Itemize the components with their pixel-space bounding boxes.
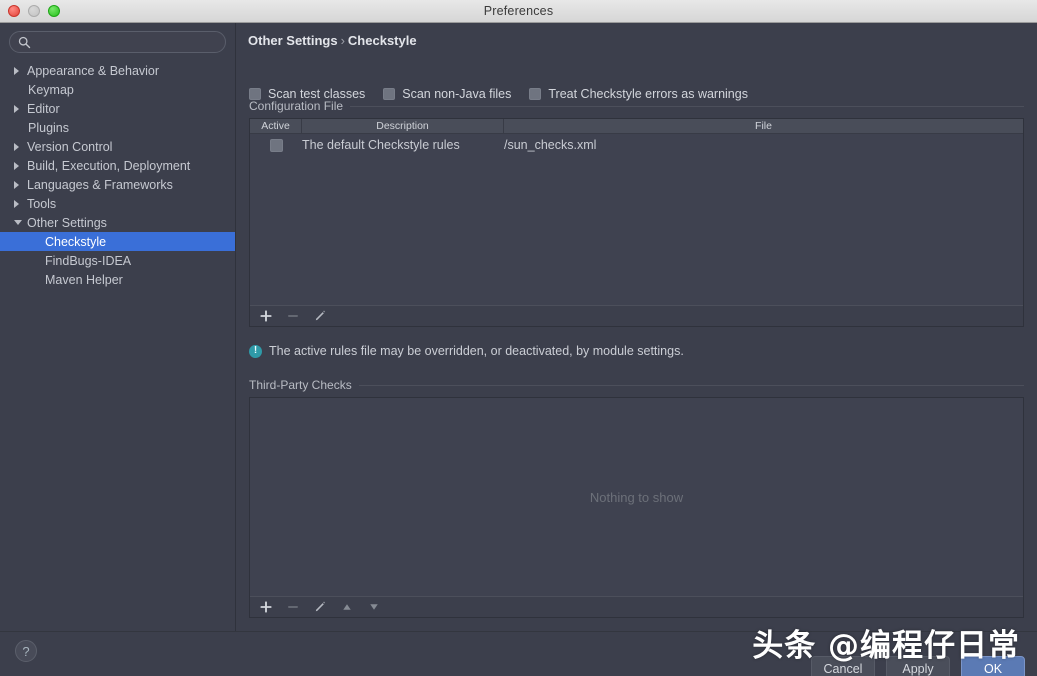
breadcrumb-current: Checkstyle [348, 33, 417, 48]
close-button[interactable] [8, 5, 20, 17]
sidebar-item-languages-frameworks[interactable]: Languages & Frameworks [0, 175, 235, 194]
sidebar-item-label: Other Settings [27, 216, 107, 230]
settings-main-panel: Other Settings›Checkstyle Scan test clas… [237, 23, 1037, 631]
settings-tree: Appearance & Behavior Keymap Editor Plug… [0, 61, 235, 289]
move-up-button[interactable] [339, 600, 354, 615]
search-input[interactable] [31, 33, 225, 51]
sidebar-item-appearance-behavior[interactable]: Appearance & Behavior [0, 61, 235, 80]
group-divider [350, 106, 1024, 107]
remove-button[interactable] [285, 309, 300, 324]
sidebar-item-label: Version Control [27, 140, 112, 154]
minimize-button[interactable] [28, 5, 40, 17]
sidebar-item-label: FindBugs-IDEA [45, 254, 131, 268]
move-down-button[interactable] [366, 600, 381, 615]
window-title: Preferences [0, 4, 1037, 18]
chevron-right-icon[interactable] [14, 200, 27, 208]
group-title-third-party-checks: Third-Party Checks [249, 378, 1024, 392]
column-header-active[interactable]: Active [250, 119, 302, 133]
sidebar-item-version-control[interactable]: Version Control [0, 137, 235, 156]
sidebar-item-keymap[interactable]: Keymap [0, 80, 235, 99]
breadcrumb: Other Settings›Checkstyle [248, 33, 417, 48]
sidebar-item-label: Appearance & Behavior [27, 64, 159, 78]
group-divider [359, 385, 1024, 386]
sidebar-item-label: Plugins [28, 121, 69, 135]
help-button[interactable]: ? [15, 640, 37, 662]
traffic-lights [8, 5, 60, 17]
preferences-window: Preferences Appearance & Behavior Keyma [0, 0, 1037, 676]
zoom-button[interactable] [48, 5, 60, 17]
third-party-toolbar [250, 596, 1023, 617]
info-icon: ! [249, 345, 262, 358]
sidebar-item-build-execution-deployment[interactable]: Build, Execution, Deployment [0, 156, 235, 175]
configuration-file-table: Active Description File The default Chec… [249, 118, 1024, 327]
cell-active[interactable] [250, 139, 302, 152]
chevron-right-icon[interactable] [14, 181, 27, 189]
row-checkbox-icon[interactable] [270, 139, 283, 152]
edit-button[interactable] [312, 600, 327, 615]
chevron-right-icon[interactable] [14, 67, 27, 75]
info-message: ! The active rules file may be overridde… [249, 344, 684, 358]
group-title-configuration-file: Configuration File [249, 99, 1024, 113]
add-button[interactable] [258, 600, 273, 615]
help-icon: ? [22, 644, 29, 659]
sidebar-item-editor[interactable]: Editor [0, 99, 235, 118]
remove-button[interactable] [285, 600, 300, 615]
empty-state: Nothing to show [250, 398, 1023, 596]
group-title-label: Configuration File [249, 99, 343, 113]
window-titlebar: Preferences [0, 0, 1037, 23]
sidebar-item-label: Keymap [28, 83, 74, 97]
watermark: 头条 @编程仔日常 [752, 620, 1020, 665]
search-container [0, 23, 235, 59]
sidebar-item-maven-helper[interactable]: Maven Helper [0, 270, 235, 289]
edit-button[interactable] [312, 309, 327, 324]
column-header-description[interactable]: Description [302, 119, 504, 133]
sidebar-item-checkstyle[interactable]: Checkstyle [0, 232, 235, 251]
breadcrumb-parent[interactable]: Other Settings [248, 33, 338, 48]
sidebar-item-other-settings[interactable]: Other Settings [0, 213, 235, 232]
chevron-right-icon[interactable] [14, 162, 27, 170]
column-header-file[interactable]: File [504, 119, 1023, 133]
chevron-down-icon[interactable] [14, 220, 27, 225]
settings-sidebar: Appearance & Behavior Keymap Editor Plug… [0, 23, 236, 631]
sidebar-item-label: Languages & Frameworks [27, 178, 173, 192]
cell-description: The default Checkstyle rules [302, 138, 504, 152]
chevron-right-icon[interactable] [14, 105, 27, 113]
sidebar-item-plugins[interactable]: Plugins [0, 118, 235, 137]
table-body: The default Checkstyle rules /sun_checks… [250, 134, 1023, 305]
table-header: Active Description File [250, 119, 1023, 134]
search-icon [18, 36, 31, 49]
sidebar-item-tools[interactable]: Tools [0, 194, 235, 213]
sidebar-item-label: Editor [27, 102, 60, 116]
empty-state-text: Nothing to show [590, 490, 683, 505]
table-row[interactable]: The default Checkstyle rules /sun_checks… [250, 134, 1023, 156]
sidebar-item-label: Build, Execution, Deployment [27, 159, 190, 173]
group-title-label: Third-Party Checks [249, 378, 352, 392]
configuration-table-toolbar [250, 305, 1023, 326]
third-party-checks-panel: Nothing to show [249, 397, 1024, 618]
sidebar-item-label: Checkstyle [45, 235, 106, 249]
info-message-text: The active rules file may be overridden,… [269, 344, 684, 358]
sidebar-item-label: Maven Helper [45, 273, 123, 287]
breadcrumb-separator: › [338, 33, 348, 48]
sidebar-item-label: Tools [27, 197, 56, 211]
sidebar-item-findbugs-idea[interactable]: FindBugs-IDEA [0, 251, 235, 270]
search-field[interactable] [9, 31, 226, 53]
cell-file: /sun_checks.xml [504, 138, 1023, 152]
chevron-right-icon[interactable] [14, 143, 27, 151]
add-button[interactable] [258, 309, 273, 324]
